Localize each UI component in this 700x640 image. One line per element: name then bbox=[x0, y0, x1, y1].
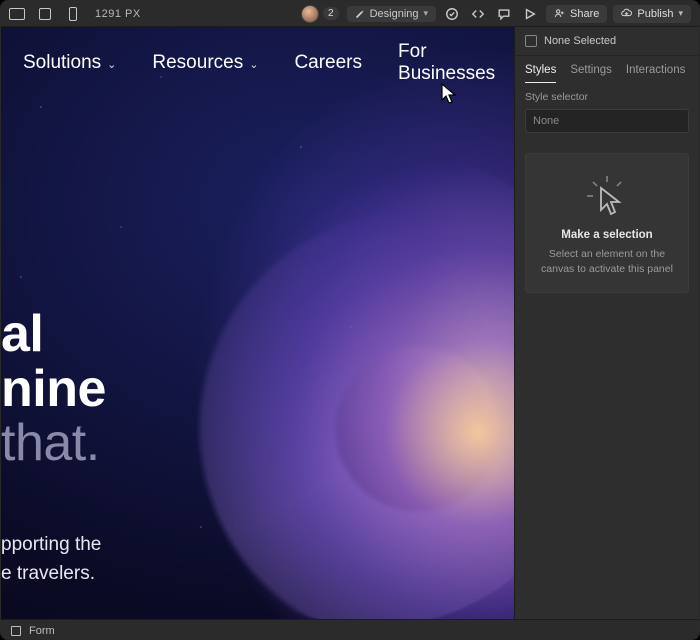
viewport-size-label: 1291 PX bbox=[95, 8, 141, 20]
chevron-down-icon: ⌄ bbox=[107, 58, 116, 71]
breadcrumb-label[interactable]: Form bbox=[29, 625, 55, 637]
nav-item-solutions[interactable]: Solutions ⌄ bbox=[23, 41, 116, 85]
site-nav: Solutions ⌄ Resources ⌄ Careers For Busi… bbox=[1, 41, 514, 85]
nav-item-for-businesses[interactable]: For Businesses bbox=[398, 41, 514, 85]
hero-sub-line-2: e travelers. bbox=[1, 560, 101, 589]
main-area: Solutions ⌄ Resources ⌄ Careers For Busi… bbox=[1, 27, 699, 619]
tablet-device-icon[interactable] bbox=[37, 8, 53, 20]
tab-settings[interactable]: Settings bbox=[570, 64, 612, 83]
hero-subtext: pporting the e travelers. bbox=[1, 531, 101, 588]
right-panel: None Selected Styles Settings Interactio… bbox=[514, 27, 699, 619]
mouse-cursor-icon bbox=[441, 83, 459, 110]
collaborator-group[interactable]: 2 bbox=[301, 5, 339, 23]
hero-sub-line-1: pporting the bbox=[1, 531, 101, 560]
share-button[interactable]: Share bbox=[546, 5, 607, 23]
chevron-down-icon: ▾ bbox=[424, 8, 429, 19]
form-element-icon[interactable] bbox=[11, 626, 21, 636]
avatar-count: 2 bbox=[323, 7, 339, 20]
comment-icon[interactable] bbox=[496, 6, 512, 22]
hero-line-1: al bbox=[1, 307, 106, 362]
tab-styles[interactable]: Styles bbox=[525, 64, 556, 83]
avatar-icon bbox=[301, 5, 319, 23]
mode-label: Designing bbox=[370, 8, 419, 20]
nav-item-resources[interactable]: Resources ⌄ bbox=[152, 41, 258, 85]
panel-tabs: Styles Settings Interactions bbox=[515, 56, 699, 83]
publish-label: Publish bbox=[637, 8, 673, 20]
top-toolbar: 1291 PX 2 Designing ▾ S bbox=[1, 1, 699, 27]
checkbox-icon[interactable] bbox=[525, 35, 537, 47]
empty-selection-placeholder: Make a selection Select an element on th… bbox=[525, 153, 689, 293]
play-icon[interactable] bbox=[522, 6, 538, 22]
chevron-down-icon: ⌄ bbox=[249, 58, 258, 71]
app-window: 1291 PX 2 Designing ▾ S bbox=[0, 0, 700, 640]
desktop-device-icon[interactable] bbox=[9, 8, 25, 20]
person-plus-icon bbox=[554, 8, 565, 19]
selection-cursor-icon bbox=[587, 176, 627, 216]
share-label: Share bbox=[570, 8, 599, 20]
tab-interactions[interactable]: Interactions bbox=[626, 64, 685, 83]
design-canvas[interactable]: Solutions ⌄ Resources ⌄ Careers For Busi… bbox=[1, 27, 514, 619]
bottom-breadcrumb-bar: Form bbox=[1, 619, 699, 640]
toolbar-icon-row bbox=[444, 6, 538, 22]
mode-dropdown[interactable]: Designing ▾ bbox=[347, 6, 436, 22]
nav-item-careers[interactable]: Careers bbox=[294, 41, 362, 85]
placeholder-title: Make a selection bbox=[536, 229, 678, 241]
placeholder-description: Select an element on the canvas to activ… bbox=[536, 247, 678, 276]
nav-label: For Businesses bbox=[398, 41, 514, 85]
pencil-icon bbox=[353, 6, 367, 20]
publish-button[interactable]: Publish ▾ bbox=[613, 5, 691, 23]
nav-label: Careers bbox=[294, 52, 362, 74]
nav-label: Solutions bbox=[23, 52, 101, 74]
code-icon[interactable] bbox=[470, 6, 486, 22]
selection-label: None Selected bbox=[544, 35, 616, 47]
style-selector-input[interactable]: None bbox=[525, 109, 689, 133]
hero-line-2: nine bbox=[1, 362, 106, 417]
mobile-device-icon[interactable] bbox=[65, 8, 81, 20]
cloud-publish-icon bbox=[621, 8, 632, 19]
hero-line-3: that. bbox=[1, 416, 106, 471]
checkmark-circle-icon[interactable] bbox=[444, 6, 460, 22]
nav-label: Resources bbox=[152, 52, 243, 74]
chevron-down-icon: ▾ bbox=[678, 8, 683, 19]
hero-heading: al nine that. bbox=[1, 307, 106, 471]
device-switcher bbox=[9, 8, 81, 20]
selection-header: None Selected bbox=[515, 27, 699, 56]
style-selector-label: Style selector bbox=[515, 83, 699, 107]
